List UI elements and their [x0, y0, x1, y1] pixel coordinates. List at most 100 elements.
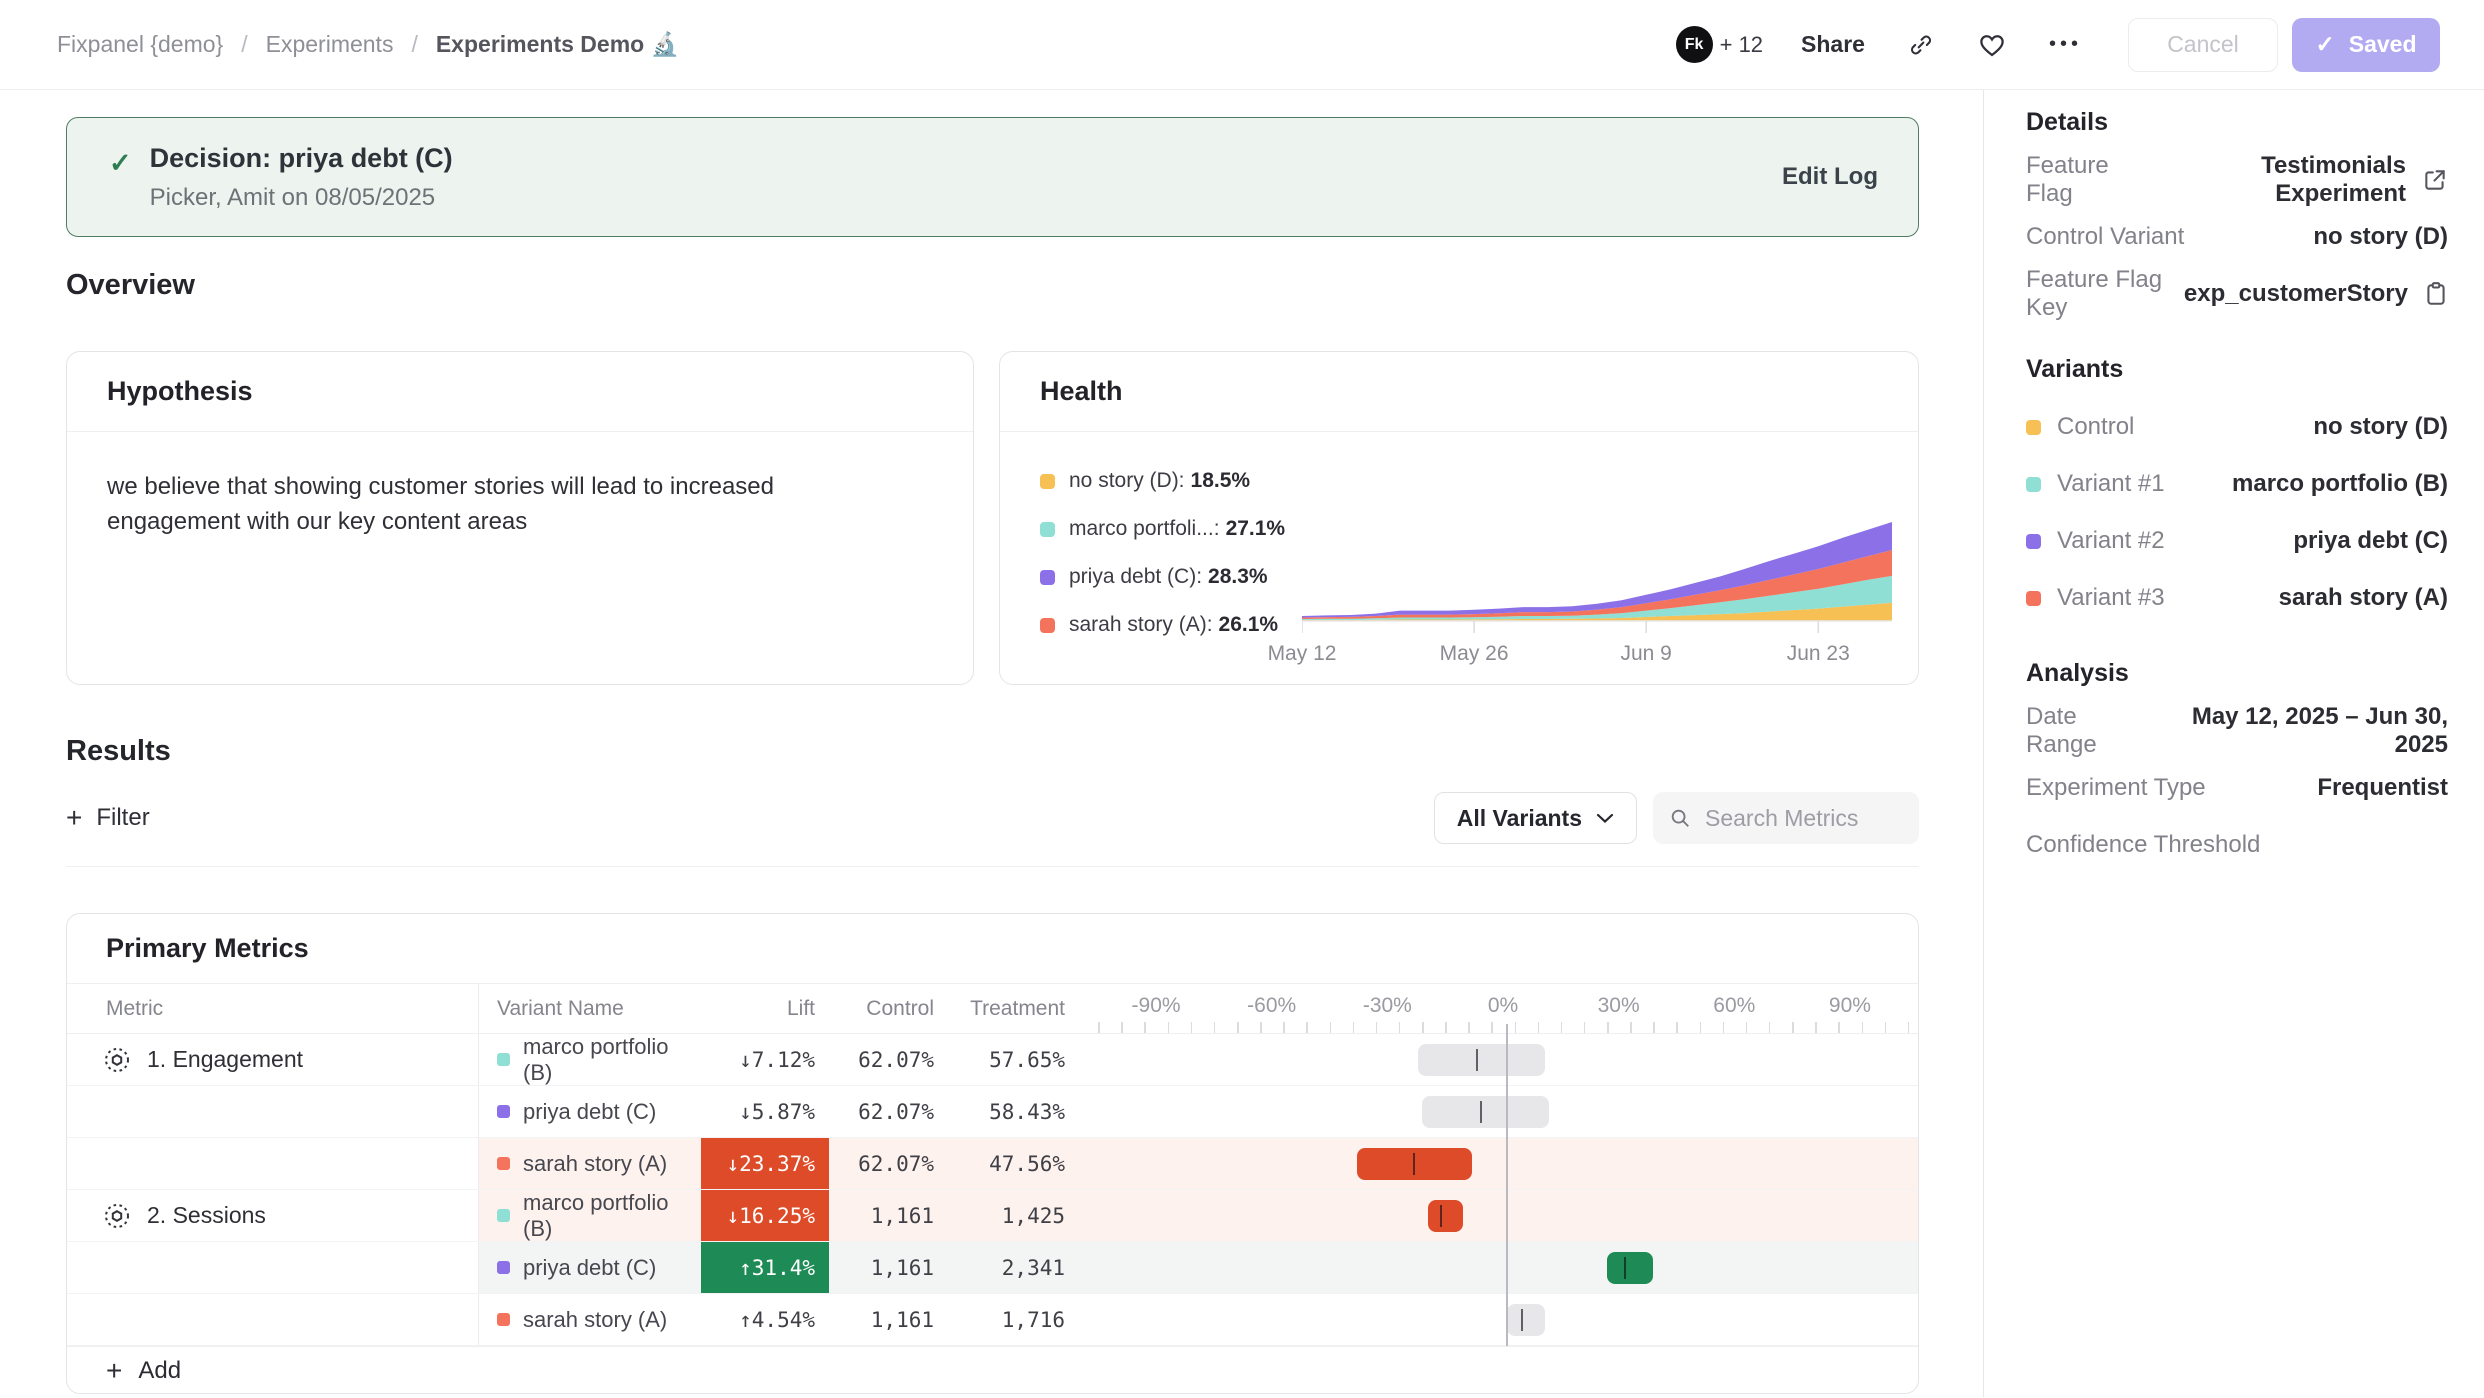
analysis-row-date-range: Date Range May 12, 2025 – Jun 30, 2025 — [2026, 714, 2448, 748]
x-axis-label: May 12 — [1268, 642, 1337, 666]
chevron-down-icon — [1596, 812, 1614, 824]
copy-link-icon[interactable] — [1907, 31, 1935, 59]
health-title: Health — [1000, 352, 1918, 432]
more-menu-icon[interactable]: ••• — [2049, 33, 2082, 56]
ci-axis-label: -30% — [1363, 994, 1412, 1018]
table-row[interactable]: sarah story (A) ↑4.54% 1,161 1,716 — [67, 1294, 1918, 1346]
ci-axis-tick — [1838, 1022, 1840, 1033]
external-link-icon[interactable] — [2422, 167, 2448, 193]
control-value: 1,161 — [829, 1242, 948, 1293]
legend-label: priya debt (C): — [1069, 565, 1202, 589]
confidence-interval-bar — [1079, 1034, 1918, 1085]
add-metric-button[interactable]: + Add — [106, 1355, 181, 1387]
variant-swatch — [2026, 477, 2041, 492]
favorite-icon[interactable] — [1977, 31, 2007, 59]
copy-icon[interactable] — [2424, 281, 2448, 307]
legend-value: 27.1% — [1226, 517, 1286, 541]
col-control: Control — [829, 984, 948, 1033]
legend-value: 28.3% — [1208, 565, 1268, 589]
treatment-value: 1,425 — [948, 1190, 1079, 1241]
variant-name: marco portfolio (B) — [523, 1190, 701, 1242]
ci-axis-tick — [1237, 1022, 1239, 1033]
legend-swatch — [1040, 570, 1055, 585]
variant-row-control: Control no story (D) — [2026, 410, 2448, 444]
lift-value: ↓5.87% — [701, 1086, 829, 1137]
legend-value: 18.5% — [1191, 469, 1251, 493]
legend-swatch — [1040, 474, 1055, 489]
variant-swatch — [497, 1209, 510, 1222]
ci-axis-tick — [1885, 1022, 1887, 1033]
ci-axis-tick — [1445, 1022, 1447, 1033]
legend-swatch — [1040, 522, 1055, 537]
col-metric: Metric — [67, 984, 479, 1033]
metric-goal-icon — [103, 1046, 131, 1074]
breadcrumb-project[interactable]: Fixpanel {demo} — [57, 31, 223, 58]
variant-name: marco portfolio (B) — [523, 1034, 701, 1086]
confidence-interval-bar — [1079, 1138, 1918, 1189]
ci-axis-tick — [1283, 1022, 1285, 1033]
detail-row-feature-flag-key: Feature Flag Key exp_customerStory — [2026, 277, 2448, 311]
ci-axis-label: -90% — [1132, 994, 1181, 1018]
variant-name: sarah story (A) — [523, 1151, 667, 1177]
ci-axis-tick — [1607, 1022, 1609, 1033]
metric-sessions[interactable]: 2. Sessions — [103, 1202, 266, 1230]
ci-axis-tick — [1144, 1022, 1146, 1033]
table-header: Metric Variant Name Lift Control Treatme… — [67, 984, 1918, 1034]
legend-swatch — [1040, 618, 1055, 633]
avatar[interactable]: Fk — [1676, 26, 1713, 63]
ci-axis-tick — [1468, 1022, 1470, 1033]
ci-axis-tick — [1538, 1022, 1540, 1033]
experiment-type-value: Frequentist — [2317, 774, 2448, 802]
ci-axis-tick — [1584, 1022, 1586, 1033]
overview-heading: Overview — [66, 269, 1919, 302]
legend-item: marco portfoli...: 27.1% — [1040, 514, 1302, 544]
edit-log-button[interactable]: Edit Log — [1782, 163, 1878, 191]
metric-engagement[interactable]: 1. Engagement — [103, 1046, 303, 1074]
saved-button[interactable]: ✓ Saved — [2292, 18, 2440, 72]
variant-swatch — [2026, 534, 2041, 549]
col-variant: Variant Name — [479, 984, 701, 1033]
primary-metrics-card: Primary Metrics Metric Variant Name Lift… — [66, 913, 1919, 1394]
confidence-interval-bar — [1079, 1190, 1918, 1241]
table-row[interactable]: priya debt (C) ↓5.87% 62.07% 58.43% — [67, 1086, 1918, 1138]
variant-swatch — [497, 1313, 510, 1326]
details-sidebar: Details Feature Flag Testimonials Experi… — [1984, 90, 2484, 1397]
lift-value: ↓16.25% — [701, 1190, 829, 1241]
decision-title: Decision: priya debt (C) — [150, 143, 453, 174]
primary-metrics-title: Primary Metrics — [67, 914, 1918, 984]
collaborator-count[interactable]: + 12 — [1720, 32, 1763, 58]
table-row[interactable]: 2. Sessions marco portfolio (B) ↓16.25% … — [67, 1190, 1918, 1242]
variant-row-1: Variant #1 marco portfolio (B) — [2026, 467, 2448, 501]
ci-axis-tick — [1168, 1022, 1170, 1033]
ci-axis-tick — [1121, 1022, 1123, 1033]
treatment-value: 1,716 — [948, 1294, 1079, 1345]
control-value: 1,161 — [829, 1294, 948, 1345]
confidence-interval-bar — [1079, 1086, 1918, 1137]
decision-subtitle: Picker, Amit on 08/05/2025 — [150, 184, 453, 212]
ci-axis: -90%-60%-30%0%30%60%90% — [1079, 984, 1918, 1033]
search-input[interactable] — [1705, 805, 1903, 832]
search-metrics-box[interactable] — [1653, 792, 1919, 844]
check-icon: ✓ — [109, 148, 132, 179]
ci-axis-tick — [1330, 1022, 1332, 1033]
table-row[interactable]: 1. Engagement marco portfolio (B) ↓7.12%… — [67, 1034, 1918, 1086]
ci-axis-label: 30% — [1598, 994, 1640, 1018]
lift-value: ↑31.4% — [701, 1242, 829, 1293]
share-button[interactable]: Share — [1801, 31, 1865, 58]
ci-axis-tick — [1815, 1022, 1817, 1033]
results-heading: Results — [66, 735, 1919, 768]
legend-item: sarah story (A): 26.1% — [1040, 610, 1302, 640]
breadcrumb-experiments[interactable]: Experiments — [266, 31, 394, 58]
variants-dropdown[interactable]: All Variants — [1434, 792, 1637, 844]
health-card: Health no story (D): 18.5% marco portfol… — [999, 351, 1919, 685]
add-filter-button[interactable]: + Filter — [66, 802, 150, 834]
table-row[interactable]: sarah story (A) ↓23.37% 62.07% 47.56% — [67, 1138, 1918, 1190]
ci-axis-tick — [1653, 1022, 1655, 1033]
variant-swatch — [497, 1105, 510, 1118]
cancel-button[interactable]: Cancel — [2128, 18, 2278, 72]
variant-row-3: Variant #3 sarah story (A) — [2026, 581, 2448, 615]
table-row[interactable]: priya debt (C) ↑31.4% 1,161 2,341 — [67, 1242, 1918, 1294]
divider — [66, 866, 1919, 867]
ci-axis-tick — [1908, 1022, 1910, 1033]
hypothesis-card: Hypothesis we believe that showing custo… — [66, 351, 974, 685]
